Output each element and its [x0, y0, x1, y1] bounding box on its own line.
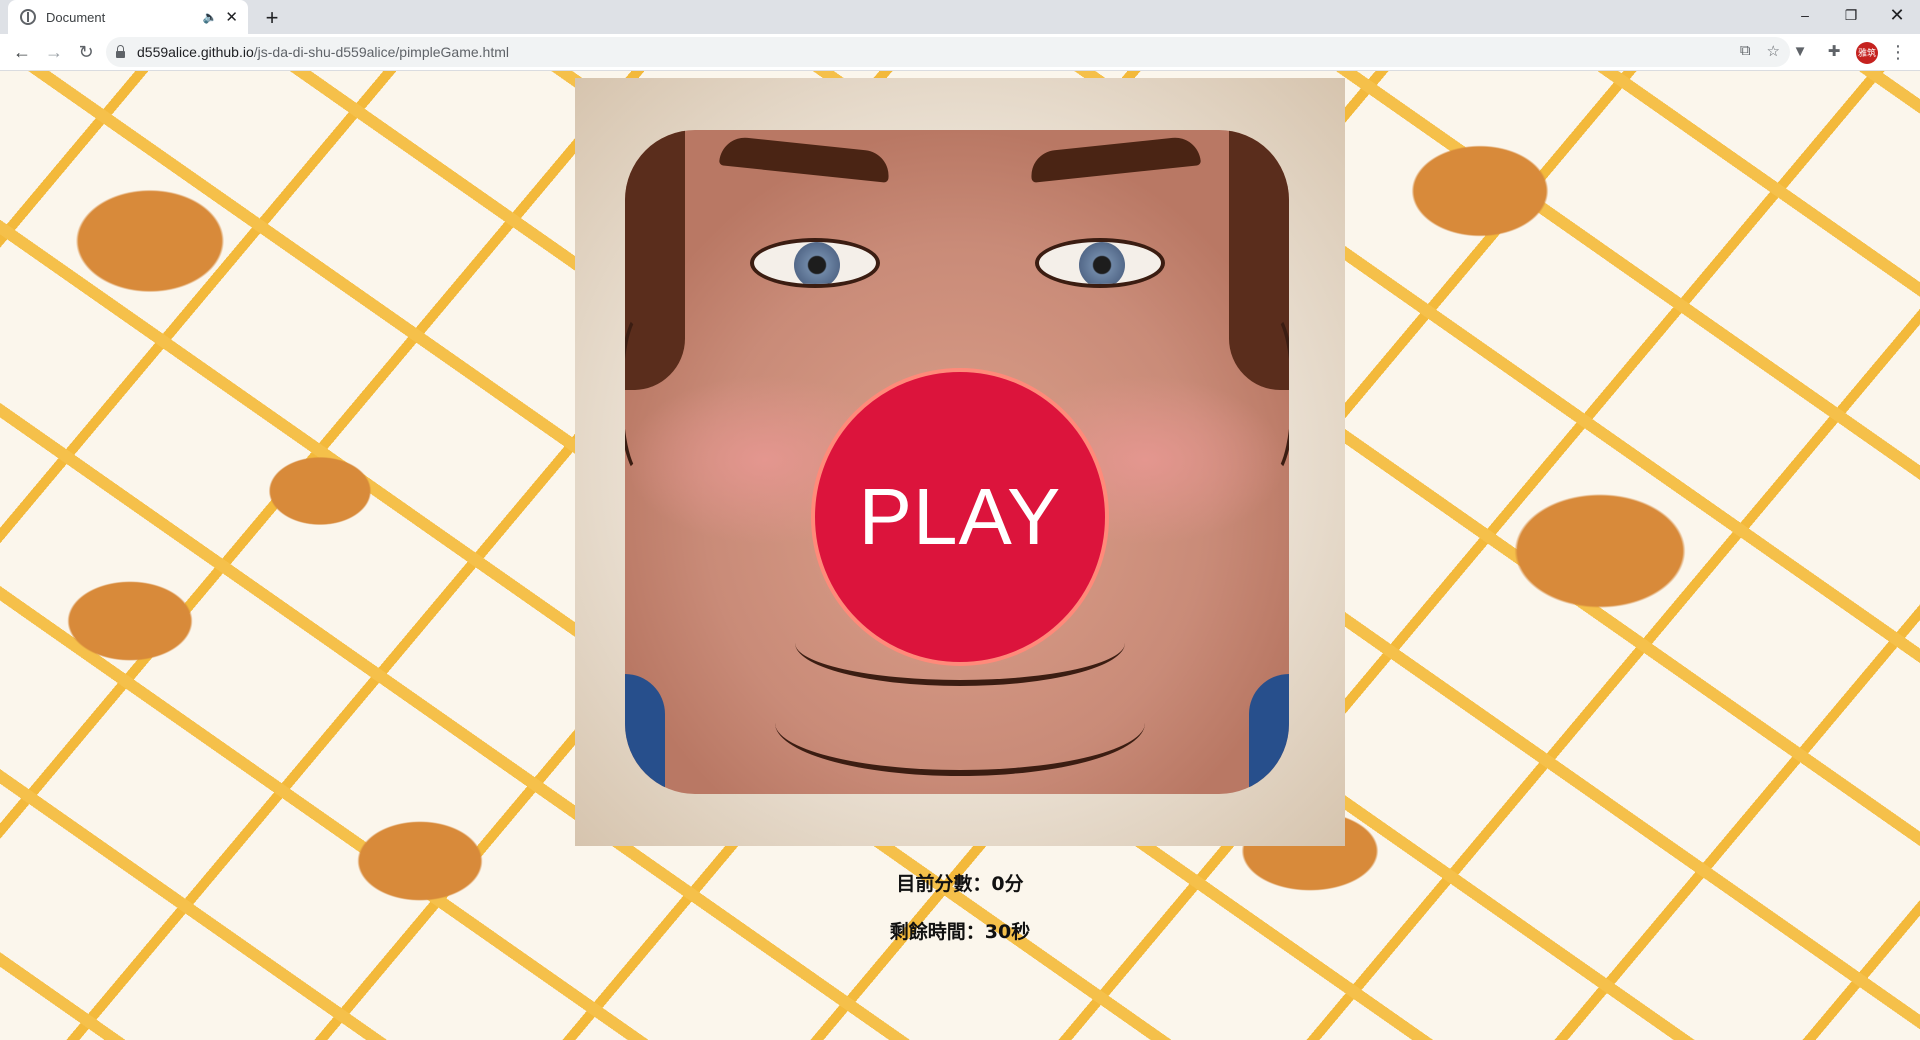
menu-kebab-icon[interactable]: ⋮ [1886, 40, 1910, 64]
left-shoulder [625, 674, 665, 794]
url-host: d559alice.github.io [137, 44, 254, 60]
play-label: PLAY [858, 472, 1062, 561]
browser-tab[interactable]: Document 🔈 ✕ [8, 0, 248, 34]
game-page: PLAY 目前分數：0分 剩餘時間：30秒 [0, 71, 1920, 1040]
right-cheek-outline [1247, 310, 1289, 478]
globe-icon [20, 9, 36, 25]
restore-button[interactable]: ❐ [1828, 0, 1874, 30]
back-arrow-icon[interactable]: ← [8, 38, 36, 66]
profile-avatar[interactable]: 雅筑 [1856, 42, 1878, 64]
play-button[interactable]: PLAY [811, 368, 1109, 666]
left-eye [750, 238, 880, 288]
time-remaining-display: 剩餘時間：30秒 [889, 921, 1031, 943]
browser-toolbar: ← → ↻ d559alice.github.io/js-da-di-shu-d… [0, 34, 1920, 71]
url-path: /js-da-di-shu-d559alice/pimpleGame.html [253, 44, 509, 60]
chin [775, 670, 1145, 776]
left-eyebrow [718, 135, 892, 183]
new-tab-button[interactable]: + [258, 4, 286, 32]
translate-icon[interactable]: ⧉ [1740, 42, 1751, 60]
bookmark-star-icon[interactable]: ☆ [1767, 42, 1780, 60]
speaker-icon[interactable]: 🔈 [202, 10, 217, 24]
extensions-puzzle-icon[interactable]: ✚ [1822, 40, 1846, 64]
close-icon[interactable]: ✕ [225, 10, 238, 25]
tab-title: Document [46, 9, 106, 25]
reload-icon[interactable]: ↻ [72, 38, 100, 66]
url-text[interactable]: d559alice.github.io/js-da-di-shu-d559ali… [137, 44, 509, 60]
extension-shield-icon[interactable]: ▼ [1788, 40, 1812, 64]
lock-icon[interactable] [116, 44, 125, 58]
window-close-button[interactable]: ✕ [1874, 0, 1920, 30]
tab-strip: Document 🔈 ✕ + – ❐ ✕ [0, 0, 1920, 34]
right-shoulder [1249, 674, 1289, 794]
right-eyebrow [1028, 135, 1202, 183]
address-bar[interactable]: d559alice.github.io/js-da-di-shu-d559ali… [106, 37, 1790, 67]
forward-arrow-icon[interactable]: → [40, 38, 68, 66]
score-display: 目前分數：0分 [896, 873, 1024, 895]
game-board: PLAY [575, 78, 1345, 846]
minimize-button[interactable]: – [1782, 0, 1828, 30]
right-eye [1035, 238, 1165, 288]
